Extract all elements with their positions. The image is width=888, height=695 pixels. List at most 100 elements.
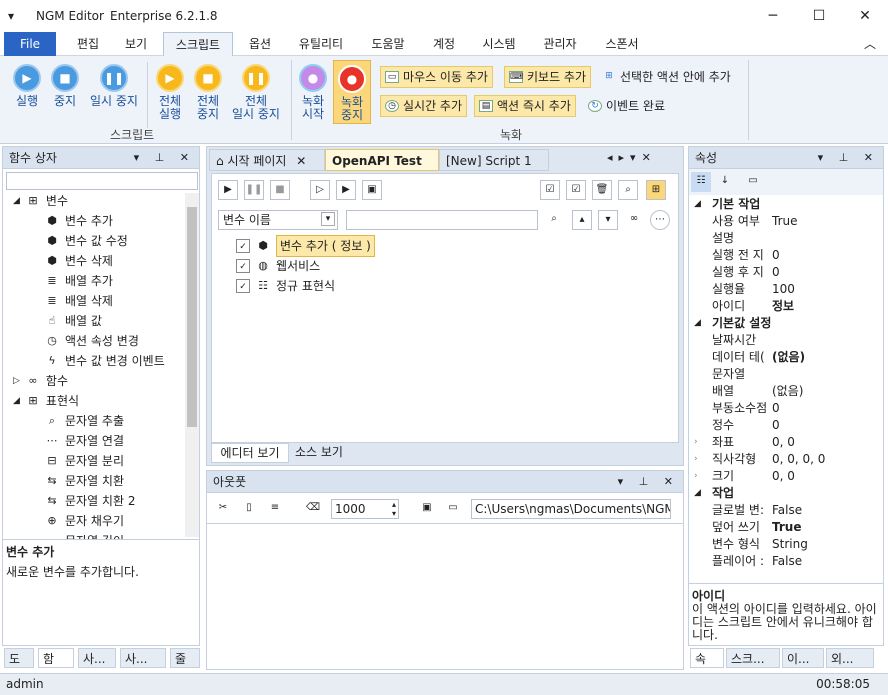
- script-item[interactable]: ✓ ⬢ 변수 추가 ( 정보 ): [236, 235, 375, 257]
- property-row[interactable]: 실행 후 지0: [690, 264, 880, 281]
- expand-icon[interactable]: ◢: [13, 191, 20, 211]
- tree-item[interactable]: ⌕ 문자열 추출: [45, 411, 124, 431]
- line-count-input[interactable]: 1000 ▴ ▾: [331, 499, 399, 519]
- tree-item[interactable]: ⇆ 문자열 치환 2: [45, 491, 135, 511]
- menu-utility[interactable]: 유틸리티: [290, 32, 352, 56]
- prev-icon[interactable]: ▴: [572, 210, 592, 230]
- list-icon[interactable]: ≡: [265, 499, 285, 519]
- menu-edit[interactable]: 편집: [66, 32, 110, 56]
- next-icon[interactable]: ▾: [598, 210, 618, 230]
- tab-nav-controls[interactable]: ◂▸▾✕: [607, 151, 657, 164]
- expand-icon[interactable]: ›: [694, 451, 698, 468]
- script-item[interactable]: ✓ ◍ 웹서비스: [236, 256, 320, 276]
- menu-file[interactable]: File: [4, 32, 56, 56]
- play-icon[interactable]: ▶: [218, 180, 238, 200]
- stop-icon[interactable]: ■: [270, 180, 290, 200]
- expand-icon[interactable]: ›: [694, 468, 698, 485]
- tab-new-script[interactable]: [New] Script 1 ✕: [439, 149, 549, 190]
- tree-item[interactable]: ≣ 배열 추가: [45, 271, 113, 291]
- stop-all-button[interactable]: ■ 전체 중지: [188, 64, 228, 121]
- left-tab-tools[interactable]: 도: [4, 648, 34, 668]
- property-row[interactable]: 정수 0: [690, 417, 880, 434]
- menu-options[interactable]: 옵션: [238, 32, 282, 56]
- system-menu-icon[interactable]: ▾: [8, 9, 14, 23]
- property-row[interactable]: 데이터 테((없음): [690, 349, 880, 366]
- filter-input[interactable]: [346, 210, 538, 230]
- run-all-button[interactable]: ▶ 전체 실행: [150, 64, 190, 121]
- expand-icon[interactable]: ›: [694, 434, 698, 451]
- property-category[interactable]: ◢ 작업: [690, 485, 880, 502]
- property-row[interactable]: 설명: [690, 230, 880, 247]
- property-row[interactable]: 글로벌 변: False: [690, 502, 880, 519]
- tree-view-icon[interactable]: ⊞: [646, 180, 666, 200]
- tree-item[interactable]: ⊟ 문자열 분리: [45, 451, 124, 471]
- collapse-icon[interactable]: ◢: [694, 315, 701, 332]
- tree-item[interactable]: ≣ 배열 삭제: [45, 291, 113, 311]
- panel-controls[interactable]: ▾ ⊥ ✕: [618, 471, 679, 493]
- left-tab-functions[interactable]: 함: [38, 648, 74, 668]
- categorized-icon[interactable]: ☷: [691, 172, 711, 192]
- menu-help[interactable]: 도움말: [362, 32, 414, 56]
- left-tab-line[interactable]: 줄: [170, 648, 200, 668]
- left-tab-user[interactable]: 사...: [78, 648, 116, 668]
- property-category[interactable]: ◢ 기본 작업: [690, 196, 880, 213]
- right-tab-script[interactable]: 스크...: [726, 648, 780, 668]
- record-stop-button[interactable]: ● 녹화 중지: [333, 60, 371, 124]
- property-row[interactable]: › 좌표 0, 0: [690, 434, 880, 451]
- property-row[interactable]: 플레이어 : False: [690, 553, 880, 570]
- property-row[interactable]: 배열 (없음): [690, 383, 880, 400]
- record-start-button[interactable]: ● 녹화 시작: [294, 64, 332, 121]
- tab-openapi-test[interactable]: OpenAPI Test ✕: [325, 149, 439, 190]
- property-row[interactable]: 실행율 100: [690, 281, 880, 298]
- tree-item[interactable]: ▭문자열 길이: [45, 531, 124, 539]
- tree-item[interactable]: ⋯ 문자열 연결: [45, 431, 125, 451]
- property-row[interactable]: 덮어 쓰기 True: [690, 519, 880, 536]
- tree-item[interactable]: ◢ ⊞ 표현식: [13, 391, 79, 411]
- more-icon[interactable]: ⋯: [650, 210, 670, 230]
- property-row[interactable]: 부동소수점 0: [690, 400, 880, 417]
- add-realtime-button[interactable]: ◷ 실시간 추가: [380, 95, 468, 117]
- expand-icon[interactable]: ▷: [13, 371, 20, 391]
- menu-view[interactable]: 보기: [114, 32, 158, 56]
- tree-item[interactable]: ▷ ∞ 함수: [13, 371, 68, 391]
- property-row[interactable]: › 직사각형 0, 0, 0, 0: [690, 451, 880, 468]
- stop-button[interactable]: ■ 중지: [44, 64, 86, 108]
- tab-editor-view[interactable]: 에디터 보기: [211, 443, 289, 463]
- tab-start-page[interactable]: ⌂ 시작 페이지 ✕: [209, 149, 325, 171]
- add-action-now-button[interactable]: ▤ 액션 즉시 추가: [474, 95, 576, 117]
- property-row[interactable]: 변수 형식 String: [690, 536, 880, 553]
- add-keyboard-button[interactable]: ⌨ 키보드 추가: [504, 66, 592, 88]
- infinity-icon[interactable]: ∞: [624, 210, 644, 230]
- panel-controls[interactable]: ▾ ⊥ ✕: [818, 147, 879, 169]
- menu-script[interactable]: 스크립트: [163, 32, 233, 57]
- property-row[interactable]: 사용 여부 True: [690, 213, 880, 230]
- property-category[interactable]: ◢ 기본값 설정: [690, 315, 880, 332]
- close-button[interactable]: ✕: [842, 0, 888, 32]
- check-icon[interactable]: ☑: [566, 180, 586, 200]
- property-row[interactable]: 실행 전 지0: [690, 247, 880, 264]
- output-path-field[interactable]: C:\Users\ngmas\Documents\NGM6\: [471, 499, 671, 519]
- menu-sponsor[interactable]: 스폰서: [596, 32, 648, 56]
- delete-icon[interactable]: 🗑: [592, 180, 612, 200]
- eraser-icon[interactable]: ⌫: [303, 499, 323, 519]
- panel-controls[interactable]: ▾ ⊥ ✕: [134, 147, 195, 169]
- filter-select[interactable]: 변수 이름 ▾: [218, 210, 338, 230]
- tree-item[interactable]: ◢ ⊞ 변수: [13, 191, 68, 211]
- clear-icon[interactable]: ✂: [213, 499, 233, 519]
- pause-button[interactable]: ❚❚ 일시 중지: [86, 64, 142, 108]
- checkbox-icon[interactable]: ✓: [236, 239, 250, 253]
- property-pages-icon[interactable]: ▭: [743, 172, 763, 192]
- tree-item[interactable]: ◷ 액션 속성 변경: [45, 331, 139, 351]
- menu-admin[interactable]: 관리자: [534, 32, 586, 56]
- expand-icon[interactable]: ◢: [13, 391, 20, 411]
- collapse-icon[interactable]: ◢: [694, 485, 701, 502]
- tree-item[interactable]: ⬢ 변수 추가: [45, 211, 113, 231]
- add-mouse-move-button[interactable]: ▭ 마우스 이동 추가: [380, 66, 493, 88]
- run-button[interactable]: ▶ 실행: [6, 64, 48, 108]
- stepper-icon[interactable]: ▴ ▾: [392, 500, 396, 518]
- tree-scrollbar[interactable]: [185, 193, 199, 537]
- tree-item[interactable]: ⬢ 변수 삭제: [45, 251, 113, 271]
- checkbox-icon[interactable]: ✓: [236, 279, 250, 293]
- property-row[interactable]: 아이디 정보: [690, 298, 880, 315]
- run-from-icon[interactable]: ▶: [336, 180, 356, 200]
